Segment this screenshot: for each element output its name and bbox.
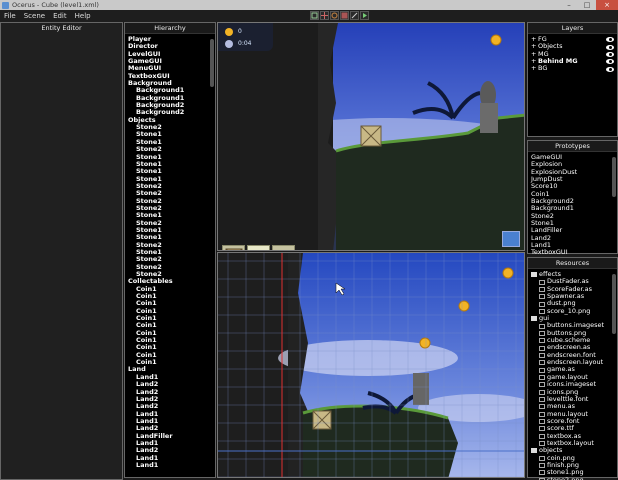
file-icon: [539, 374, 545, 380]
menu-scene[interactable]: Scene: [20, 12, 49, 20]
file-icon: [539, 279, 545, 285]
file-icon: [539, 286, 545, 292]
file-icon: [539, 294, 545, 300]
resources-panel: Resources effects DustFader.as ScoreFader.…: [527, 257, 618, 480]
window-title: Ocerus - Cube (level1.xml): [12, 1, 99, 9]
file-icon: [539, 338, 545, 344]
file-icon: [539, 397, 545, 403]
select-tool-icon[interactable]: [310, 11, 319, 20]
file-icon: [539, 330, 545, 336]
resources-title: Resources: [528, 258, 617, 269]
close-button[interactable]: ×: [596, 0, 618, 10]
resources-scrollbar[interactable]: [612, 274, 616, 334]
eye-icon[interactable]: [606, 44, 614, 50]
hierarchy-scrollbar[interactable]: [210, 39, 214, 87]
folder-icon: [531, 448, 537, 454]
rotate-tool-icon[interactable]: [330, 11, 339, 20]
toolbar: [310, 11, 369, 20]
crate-prototype-button[interactable]: [222, 245, 245, 250]
maximize-button[interactable]: □: [578, 0, 596, 10]
window-toggle-icon[interactable]: [502, 231, 520, 247]
layer-row[interactable]: + BG: [531, 65, 614, 72]
menu-bar: File Scene Edit Help: [0, 10, 618, 22]
resource-name: stone2.png: [547, 475, 584, 480]
layers-list[interactable]: + FG + Objects + MG + Behind MG + BG: [528, 34, 617, 75]
hierarchy-title: Hierarchy: [125, 23, 215, 34]
menu-edit[interactable]: Edit: [49, 12, 71, 20]
file-icon: [539, 323, 545, 329]
eye-icon[interactable]: [606, 51, 614, 57]
hierarchy-entity[interactable]: Land1: [128, 461, 212, 469]
editor-scene: [218, 253, 524, 477]
prototypes-panel: Prototypes GameGUI Explosion ExplosionDust…: [527, 140, 618, 256]
window-titlebar: Ocerus - Cube (level1.xml) – □ ×: [0, 0, 618, 10]
explosion-prototype-button[interactable]: [272, 245, 295, 252]
eye-icon[interactable]: [606, 66, 614, 72]
menu-help[interactable]: Help: [71, 12, 95, 20]
clock-icon: [225, 40, 233, 48]
resource-name: score_10.png: [547, 306, 591, 315]
runner-icon: [259, 249, 262, 250]
crate-icon: [225, 248, 242, 250]
folder-icon: [531, 272, 537, 278]
hud-panel: 0 0:04: [218, 23, 273, 51]
file-icon: [539, 360, 545, 366]
minimize-button[interactable]: –: [560, 0, 578, 10]
time-display: 0:04: [238, 40, 252, 47]
layers-panel: Layers + FG + Objects + MG + Behind MG + BG: [527, 22, 618, 137]
file-icon: [539, 389, 545, 395]
editor-view[interactable]: [217, 252, 525, 478]
layer-name: Behind MG: [538, 57, 578, 66]
expand-icon[interactable]: +: [531, 65, 538, 73]
folder-icon: [531, 316, 537, 322]
file-icon: [539, 433, 545, 439]
entity-editor-panel: Entity Editor: [0, 22, 123, 480]
explosion-icon: [275, 248, 293, 252]
resource-file[interactable]: stone2.png: [531, 475, 614, 480]
coin-count: 0: [238, 28, 242, 35]
file-icon: [539, 345, 545, 351]
app-icon: [2, 1, 9, 9]
file-icon: [539, 470, 545, 476]
file-icon: [539, 455, 545, 461]
move-tool-icon[interactable]: [320, 11, 329, 20]
menu-file[interactable]: File: [0, 12, 20, 20]
player-prototype-button[interactable]: [247, 245, 270, 250]
coin-icon: [225, 28, 233, 36]
resources-tree[interactable]: effects DustFader.as ScoreFader.as Spawner.…: [528, 269, 617, 480]
prototypes-title: Prototypes: [528, 141, 617, 152]
eye-icon[interactable]: [606, 59, 614, 65]
scale-tool-icon[interactable]: [340, 11, 349, 20]
file-icon: [539, 404, 545, 410]
file-icon: [539, 301, 545, 307]
file-icon: [539, 382, 545, 388]
prototypes-scrollbar[interactable]: [612, 157, 616, 197]
file-icon: [539, 367, 545, 373]
file-icon: [539, 426, 545, 432]
layers-title: Layers: [528, 23, 617, 34]
play-icon[interactable]: [360, 11, 369, 20]
entity-editor-title: Entity Editor: [1, 23, 122, 34]
file-icon: [539, 352, 545, 358]
layer-name: BG: [538, 64, 548, 73]
hierarchy-panel: Hierarchy Player Director LevelGUI GameGUI M…: [124, 22, 216, 478]
game-scene: [218, 23, 524, 250]
file-icon: [539, 411, 545, 417]
hierarchy-tree[interactable]: Player Director LevelGUI GameGUI MenuGUI Text…: [125, 34, 215, 471]
game-view[interactable]: 0 0:04: [217, 22, 525, 251]
edit-tool-icon[interactable]: [350, 11, 359, 20]
file-icon: [539, 463, 545, 469]
prototypes-list[interactable]: GameGUI Explosion ExplosionDust JumpDust Sco…: [528, 152, 617, 259]
prototype-item[interactable]: TextboxGUI: [531, 249, 614, 257]
eye-icon[interactable]: [606, 37, 614, 43]
file-icon: [539, 419, 545, 425]
